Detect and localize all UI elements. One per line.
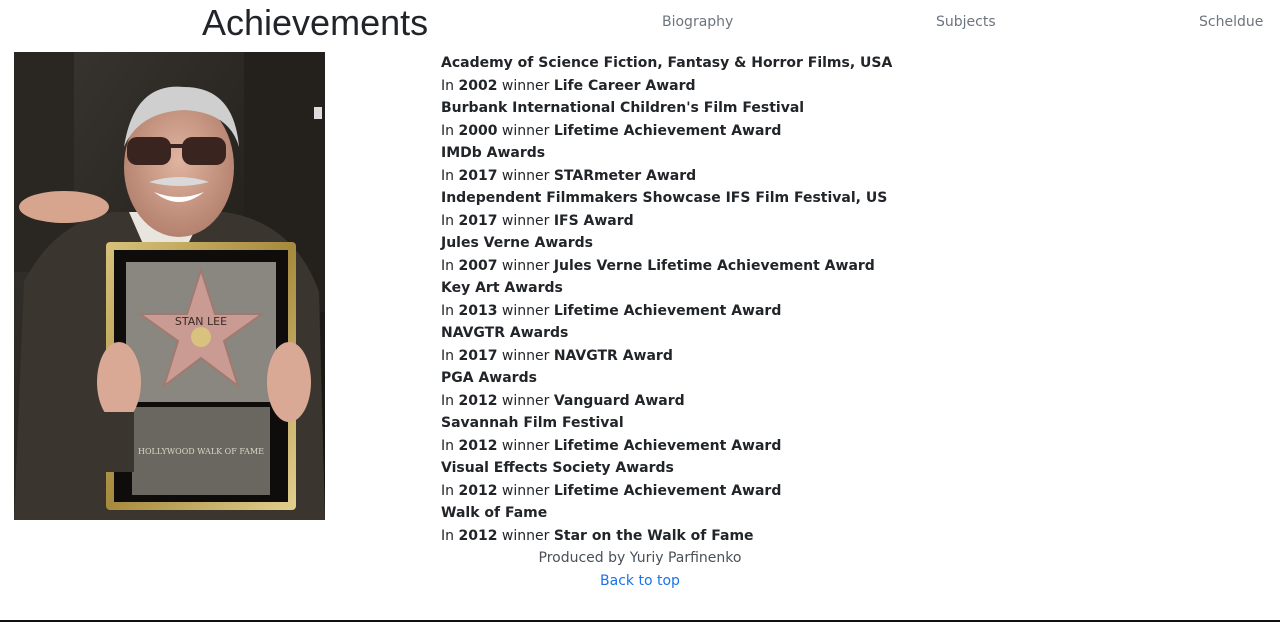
award-winner-label: winner [501,527,550,544]
award-year: 2012 [458,482,498,499]
award-item: IMDb Awards In 2017 winner STARmeter Awar… [441,142,1141,187]
award-winner-label: winner [501,302,550,319]
award-year: 2017 [458,212,498,229]
award-in-label: In [441,257,455,274]
award-name: Star on the Walk of Fame [553,527,754,544]
award-winner-label: winner [501,347,550,364]
award-detail: In 2012 winner Lifetime Achievement Awar… [441,480,1141,503]
award-winner-label: winner [501,437,550,454]
award-item: Independent Filmmakers Showcase IFS Film… [441,187,1141,232]
award-year: 2012 [458,527,498,544]
award-in-label: In [441,122,455,139]
award-winner-label: winner [501,257,550,274]
award-in-label: In [441,437,455,454]
award-year: 2007 [458,257,498,274]
award-in-label: In [441,212,455,229]
award-detail: In 2012 winner Star on the Walk of Fame [441,525,1141,548]
award-in-label: In [441,527,455,544]
award-organization: Key Art Awards [441,280,563,296]
award-winner-label: winner [501,392,550,409]
award-organization: IMDb Awards [441,145,546,161]
award-year: 2012 [458,437,498,454]
award-detail: In 2012 winner Lifetime Achievement Awar… [441,435,1141,458]
nav-link-biography[interactable]: Biography [662,13,733,31]
award-organization: Visual Effects Society Awards [441,460,674,476]
plaque-caption: HOLLYWOOD WALK OF FAME [138,447,264,456]
header: Achievements Biography Subjects Scheldue [0,0,1280,46]
award-item: NAVGTR Awards In 2017 winner NAVGTR Award [441,322,1141,367]
award-item: Savannah Film Festival In 2012 winner Lif… [441,412,1141,457]
award-in-label: In [441,392,455,409]
award-organization: NAVGTR Awards [441,325,569,341]
award-name: Lifetime Achievement Award [553,482,782,499]
award-in-label: In [441,167,455,184]
award-winner-label: winner [501,122,550,139]
award-year: 2000 [458,122,498,139]
award-detail: In 2013 winner Lifetime Achievement Awar… [441,300,1141,323]
award-item: Burbank International Children's Film Fe… [441,97,1141,142]
award-winner-label: winner [501,167,550,184]
award-year: 2017 [458,167,498,184]
award-name: Lifetime Achievement Award [553,437,782,454]
back-to-top: Back to top [0,570,1280,592]
award-year: 2012 [458,392,498,409]
award-organization: Jules Verne Awards [441,235,593,251]
nav-link-subjects[interactable]: Subjects [936,13,996,31]
award-organization: Independent Filmmakers Showcase IFS Film… [441,190,888,206]
award-name: Vanguard Award [553,392,685,409]
award-detail: In 2012 winner Vanguard Award [441,390,1141,413]
award-detail: In 2002 winner Life Career Award [441,75,1141,98]
award-item: Academy of Science Fiction, Fantasy & Ho… [441,52,1141,97]
award-item: Walk of Fame In 2012 winner Star on the W… [441,502,1141,547]
award-organization: Academy of Science Fiction, Fantasy & Ho… [441,55,893,71]
nav-link-schedule[interactable]: Scheldue [1199,13,1263,31]
award-name: Life Career Award [553,77,696,94]
award-organization: Burbank International Children's Film Fe… [441,100,805,116]
award-item: Visual Effects Society Awards In 2012 win… [441,457,1141,502]
award-item: Key Art Awards In 2013 winner Lifetime Ac… [441,277,1141,322]
award-detail: In 2000 winner Lifetime Achievement Awar… [441,120,1141,143]
award-winner-label: winner [501,482,550,499]
award-name: NAVGTR Award [553,347,673,364]
award-winner-label: winner [501,212,550,229]
award-detail: In 2017 winner NAVGTR Award [441,345,1141,368]
award-year: 2002 [458,77,498,94]
award-name: IFS Award [553,212,634,229]
award-name: Lifetime Achievement Award [553,122,782,139]
award-detail: In 2007 winner Jules Verne Lifetime Achi… [441,255,1141,278]
award-organization: Savannah Film Festival [441,415,624,431]
award-name: Lifetime Achievement Award [553,302,782,319]
award-detail: In 2017 winner IFS Award [441,210,1141,233]
portrait-photo: STAN LEE HOLLYWOOD WALK OF FAME [14,52,325,520]
award-winner-label: winner [501,77,550,94]
plaque-name: STAN LEE [175,315,227,328]
award-in-label: In [441,77,455,94]
footer-credit: Produced by Yuriy Parfinenko [538,550,742,566]
award-item: PGA Awards In 2012 winner Vanguard Award [441,367,1141,412]
page-title: Achievements [202,2,429,43]
award-detail: In 2017 winner STARmeter Award [441,165,1141,188]
award-name: STARmeter Award [553,167,697,184]
award-in-label: In [441,347,455,364]
award-organization: PGA Awards [441,370,537,386]
back-to-top-link[interactable]: Back to top [600,573,680,589]
award-organization: Walk of Fame [441,505,548,521]
award-item: Jules Verne Awards In 2007 winner Jules V… [441,232,1141,277]
award-year: 2017 [458,347,498,364]
award-name: Jules Verne Lifetime Achievement Award [553,257,875,274]
award-in-label: In [441,302,455,319]
award-in-label: In [441,482,455,499]
awards-list: Academy of Science Fiction, Fantasy & Ho… [441,52,1141,547]
award-year: 2013 [458,302,498,319]
